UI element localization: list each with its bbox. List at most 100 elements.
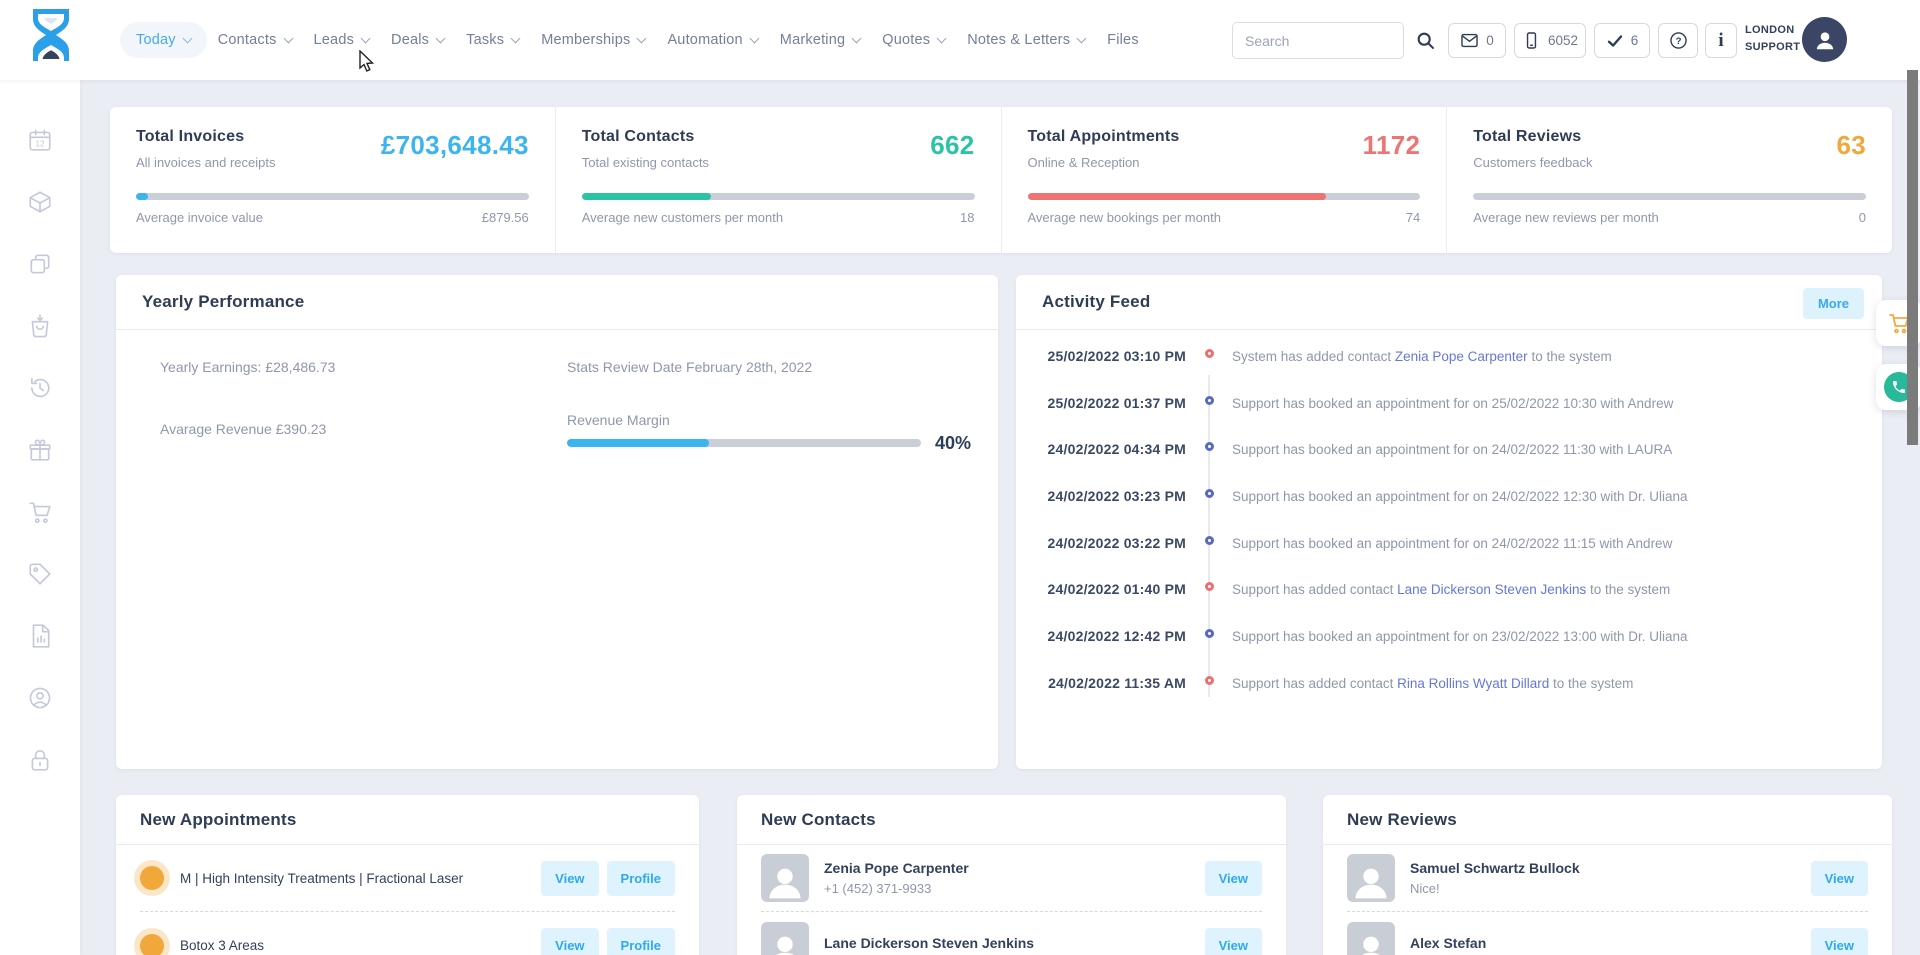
person-placeholder-icon [763, 858, 807, 902]
user-avatar[interactable] [1802, 17, 1847, 62]
menu-item-quotes[interactable]: Quotes [871, 22, 956, 58]
menu-item-deals[interactable]: Deals [380, 22, 455, 58]
info-icon: i [1718, 30, 1723, 52]
more-button[interactable]: More [1803, 288, 1864, 319]
view-button[interactable]: View [1205, 861, 1262, 896]
sidebar-item-purchases[interactable] [27, 313, 53, 339]
avatar [761, 854, 809, 902]
feed-text-pre: Support has booked an appointment for on… [1232, 442, 1672, 457]
timeline-marker-icon [1205, 582, 1214, 591]
appointment-row: Botox 3 Areas View Profile [140, 912, 675, 955]
stat-value: 1172 [1363, 130, 1421, 170]
feed-text: Support has booked an appointment for on… [1232, 396, 1882, 411]
tasks-count: 6 [1631, 33, 1639, 48]
menu-item-marketing[interactable]: Marketing [769, 22, 871, 58]
stat-progress-track [1473, 193, 1866, 200]
feed-text: Support has booked an appointment for on… [1232, 629, 1882, 644]
review-row: Samuel Schwartz Bullock Nice! View [1347, 845, 1868, 912]
stat-value: 662 [930, 130, 974, 170]
avatar [761, 922, 809, 955]
sidebar-item-reports[interactable] [27, 623, 53, 649]
feed-text-pre: Support has booked an appointment for on… [1232, 396, 1673, 411]
stat-footer-label: Average new customers per month [582, 210, 783, 225]
search-button[interactable] [1406, 22, 1444, 59]
appointment-row: M | High Intensity Treatments | Fraction… [140, 845, 675, 912]
sidebar-item-security[interactable] [27, 747, 53, 773]
page-scrollbar[interactable] [1907, 70, 1918, 445]
sidebar-item-gift-vouchers[interactable] [27, 437, 53, 463]
chevron-down-icon [852, 33, 862, 43]
info-button[interactable]: i [1705, 23, 1737, 58]
sidebar-item-calendar[interactable]: 12 [27, 127, 53, 153]
person-placeholder-icon [763, 926, 807, 955]
panel-title: New Contacts [761, 810, 876, 830]
menu-item-tasks[interactable]: Tasks [455, 22, 530, 58]
menu-item-leads[interactable]: Leads [303, 22, 381, 58]
view-button[interactable]: View [541, 861, 598, 896]
sidebar-item-accounts[interactable] [27, 685, 53, 711]
contact-link[interactable]: Lane Dickerson Steven Jenkins [1397, 582, 1586, 597]
messages-badge[interactable]: 0 [1448, 23, 1506, 58]
tasks-badge[interactable]: 6 [1594, 23, 1650, 58]
feed-time: 24/02/2022 11:35 AM [1016, 675, 1186, 691]
view-button[interactable]: View [1811, 928, 1868, 955]
menu-label: Marketing [780, 32, 845, 48]
envelope-icon [1460, 31, 1479, 50]
sidebar-item-shop[interactable] [27, 499, 53, 525]
yearly-earnings: Yearly Earnings: £28,486.73 [160, 359, 335, 375]
menu-label: Tasks [466, 32, 504, 48]
search-input[interactable] [1233, 23, 1403, 58]
sidebar-item-pricing[interactable] [27, 561, 53, 587]
sms-badge[interactable]: 6052 [1514, 23, 1586, 58]
help-button[interactable]: ? [1658, 23, 1698, 58]
sidebar-item-pos[interactable] [27, 251, 53, 277]
stat-subtitle: Online & Reception [1028, 155, 1180, 170]
reviewer-name: Samuel Schwartz Bullock [1410, 860, 1811, 876]
stat-title: Total Reviews [1473, 128, 1592, 146]
copy-icon [27, 251, 53, 277]
stat-progress-fill [582, 193, 712, 200]
menu-item-files[interactable]: Files [1096, 22, 1150, 58]
checkmark-icon [1606, 32, 1624, 50]
profile-button[interactable]: Profile [607, 928, 675, 955]
feed-time: 24/02/2022 01:40 PM [1016, 581, 1186, 597]
new-reviews-panel: New Reviews Samuel Schwartz Bullock Nice… [1323, 795, 1892, 955]
sidebar-item-history[interactable] [27, 375, 53, 401]
contact-link[interactable]: Rina Rollins Wyatt Dillard [1397, 676, 1549, 691]
left-sidebar: 12 [0, 80, 80, 955]
stat-card-total-reviews: Total Reviews Customers feedback 63 Aver… [1446, 107, 1892, 253]
feed-item: 24/02/2022 11:35 AM Support has added co… [1016, 675, 1882, 722]
view-button[interactable]: View [1205, 928, 1262, 955]
stat-subtitle: All invoices and receipts [136, 155, 275, 170]
stat-footer-value: £879.56 [482, 210, 529, 225]
feed-text: Support has booked an appointment for on… [1232, 442, 1882, 457]
menu-item-contacts[interactable]: Contacts [207, 22, 303, 58]
contact-link[interactable]: Zenia Pope Carpenter [1395, 349, 1528, 364]
stat-subtitle: Total existing contacts [582, 155, 709, 170]
chevron-down-icon [511, 33, 521, 43]
stat-progress-track [136, 193, 529, 200]
appointment-status-icon [140, 934, 164, 955]
menu-item-memberships[interactable]: Memberships [530, 22, 656, 58]
feed-time: 25/02/2022 03:10 PM [1016, 348, 1186, 364]
contact-name: Zenia Pope Carpenter [824, 860, 1205, 876]
menu-item-today[interactable]: Today [120, 22, 207, 58]
feed-item: 24/02/2022 01:40 PM Support has added co… [1016, 581, 1882, 628]
history-clock-icon [27, 375, 53, 401]
feed-item: 24/02/2022 12:42 PM Support has booked a… [1016, 628, 1882, 675]
panel-title: New Reviews [1347, 810, 1457, 830]
main-menu: Today Contacts Leads Deals Tasks Members… [120, 0, 1150, 80]
location-line1: LONDON [1745, 22, 1800, 39]
profile-button[interactable]: Profile [607, 861, 675, 896]
feed-text-pre: Support has booked an appointment for on… [1232, 629, 1688, 644]
sidebar-item-products[interactable] [27, 189, 53, 215]
app-logo[interactable] [26, 8, 76, 70]
feed-text-pre: System has added contact [1232, 349, 1395, 364]
menu-item-notes-letters[interactable]: Notes & Letters [956, 22, 1096, 58]
user-icon [1812, 27, 1838, 53]
stat-title: Total Contacts [582, 128, 709, 146]
feed-item: 25/02/2022 01:37 PM Support has booked a… [1016, 395, 1882, 442]
menu-item-automation[interactable]: Automation [656, 22, 768, 58]
view-button[interactable]: View [1811, 861, 1868, 896]
view-button[interactable]: View [541, 928, 598, 955]
